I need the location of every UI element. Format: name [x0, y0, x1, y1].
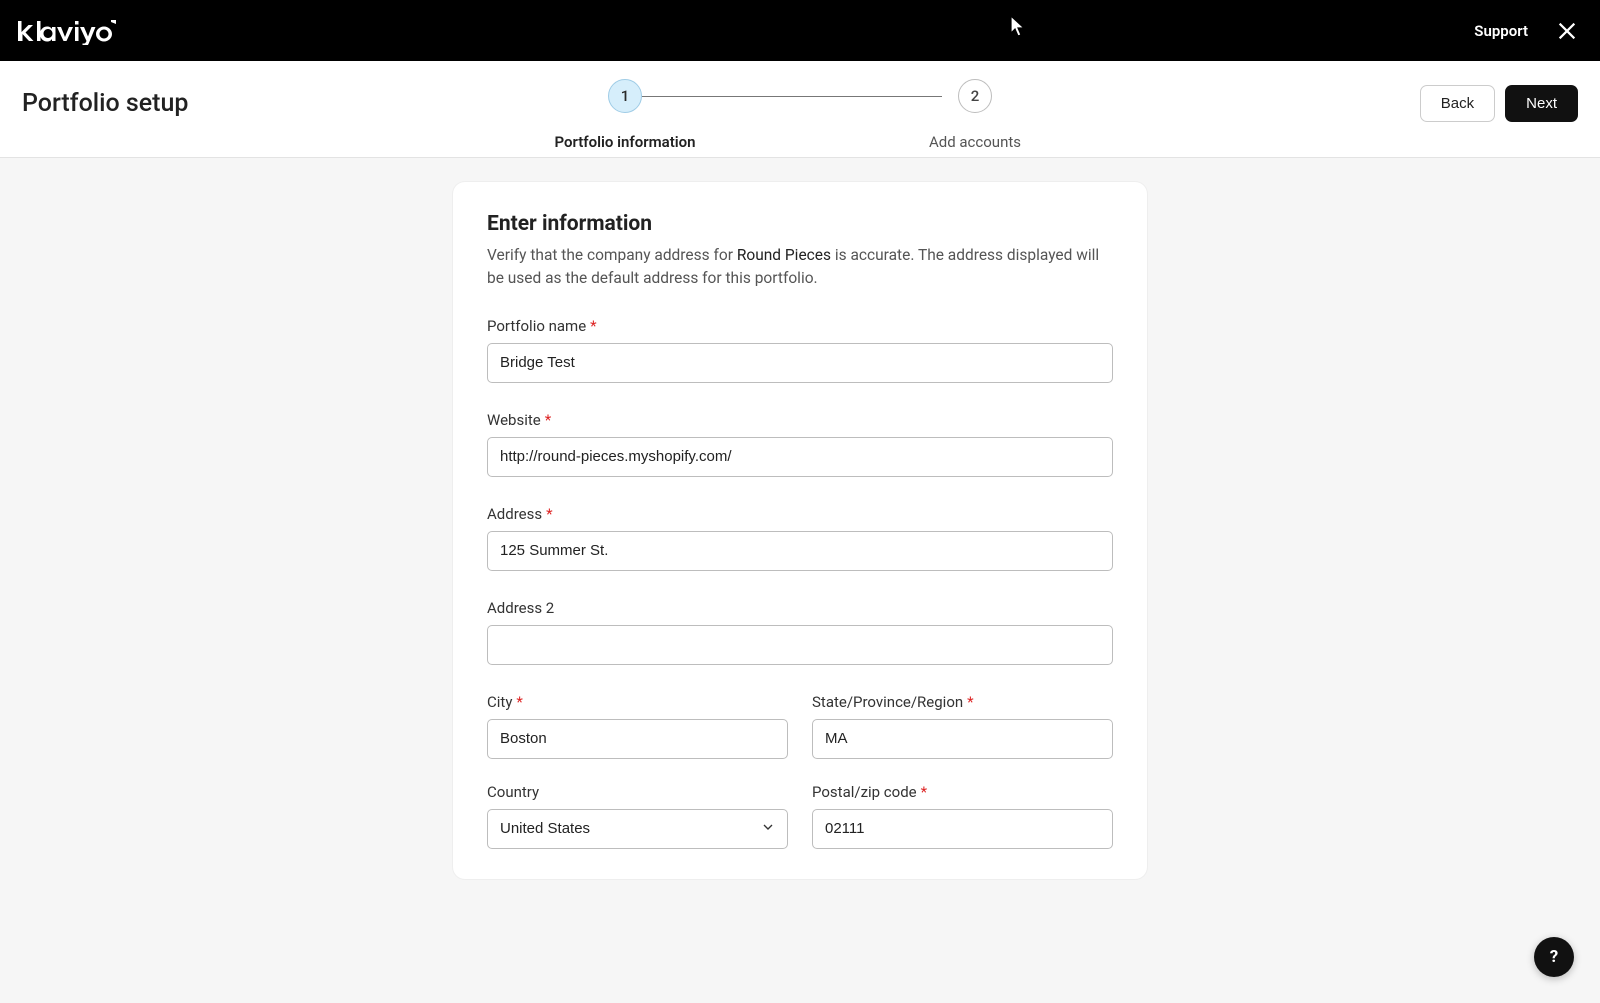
required-icon: * [967, 693, 973, 711]
step-1: 1 Portfolio information [535, 79, 715, 151]
close-button[interactable] [1556, 20, 1578, 42]
close-icon [1556, 20, 1578, 42]
required-icon: * [921, 783, 927, 801]
address-input[interactable] [487, 531, 1113, 571]
city-label: City* [487, 693, 788, 711]
content-area: Enter information Verify that the compan… [0, 158, 1600, 919]
required-icon: * [516, 693, 522, 711]
step-1-circle: 1 [608, 79, 642, 113]
back-button[interactable]: Back [1420, 85, 1495, 122]
required-icon: * [546, 505, 552, 523]
top-bar: Support [0, 0, 1600, 61]
sub-header: Portfolio setup 1 Portfolio information … [0, 61, 1600, 158]
stepper: 1 Portfolio information 2 Add accounts [535, 79, 1065, 151]
next-button[interactable]: Next [1505, 85, 1578, 122]
form-desc-company: Round Pieces [737, 246, 831, 264]
postal-input[interactable] [812, 809, 1113, 849]
page-title: Portfolio setup [22, 81, 188, 118]
state-label: State/Province/Region* [812, 693, 1113, 711]
form-desc-pre: Verify that the company address for [487, 246, 737, 264]
step-2: 2 Add accounts [885, 79, 1065, 151]
website-input[interactable] [487, 437, 1113, 477]
website-label: Website* [487, 411, 1113, 429]
step-2-circle: 2 [958, 79, 992, 113]
required-icon: * [590, 317, 596, 335]
address2-label: Address 2 [487, 599, 1113, 617]
klaviyo-logo [16, 17, 116, 45]
step-2-label: Add accounts [929, 133, 1021, 151]
help-button[interactable]: ? [1534, 937, 1574, 977]
portfolio-name-label: Portfolio name* [487, 317, 1113, 335]
form-card: Enter information Verify that the compan… [453, 182, 1147, 879]
form-description: Verify that the company address for Roun… [487, 244, 1113, 291]
support-link[interactable]: Support [1474, 22, 1528, 40]
state-input[interactable] [812, 719, 1113, 759]
postal-label: Postal/zip code* [812, 783, 1113, 801]
form-heading: Enter information [487, 212, 1113, 236]
address-label: Address* [487, 505, 1113, 523]
country-select[interactable]: United States [487, 809, 788, 849]
portfolio-name-input[interactable] [487, 343, 1113, 383]
step-connector [642, 96, 942, 97]
city-input[interactable] [487, 719, 788, 759]
step-1-label: Portfolio information [554, 133, 695, 151]
required-icon: * [545, 411, 551, 429]
address2-input[interactable] [487, 625, 1113, 665]
country-label: Country [487, 783, 788, 801]
